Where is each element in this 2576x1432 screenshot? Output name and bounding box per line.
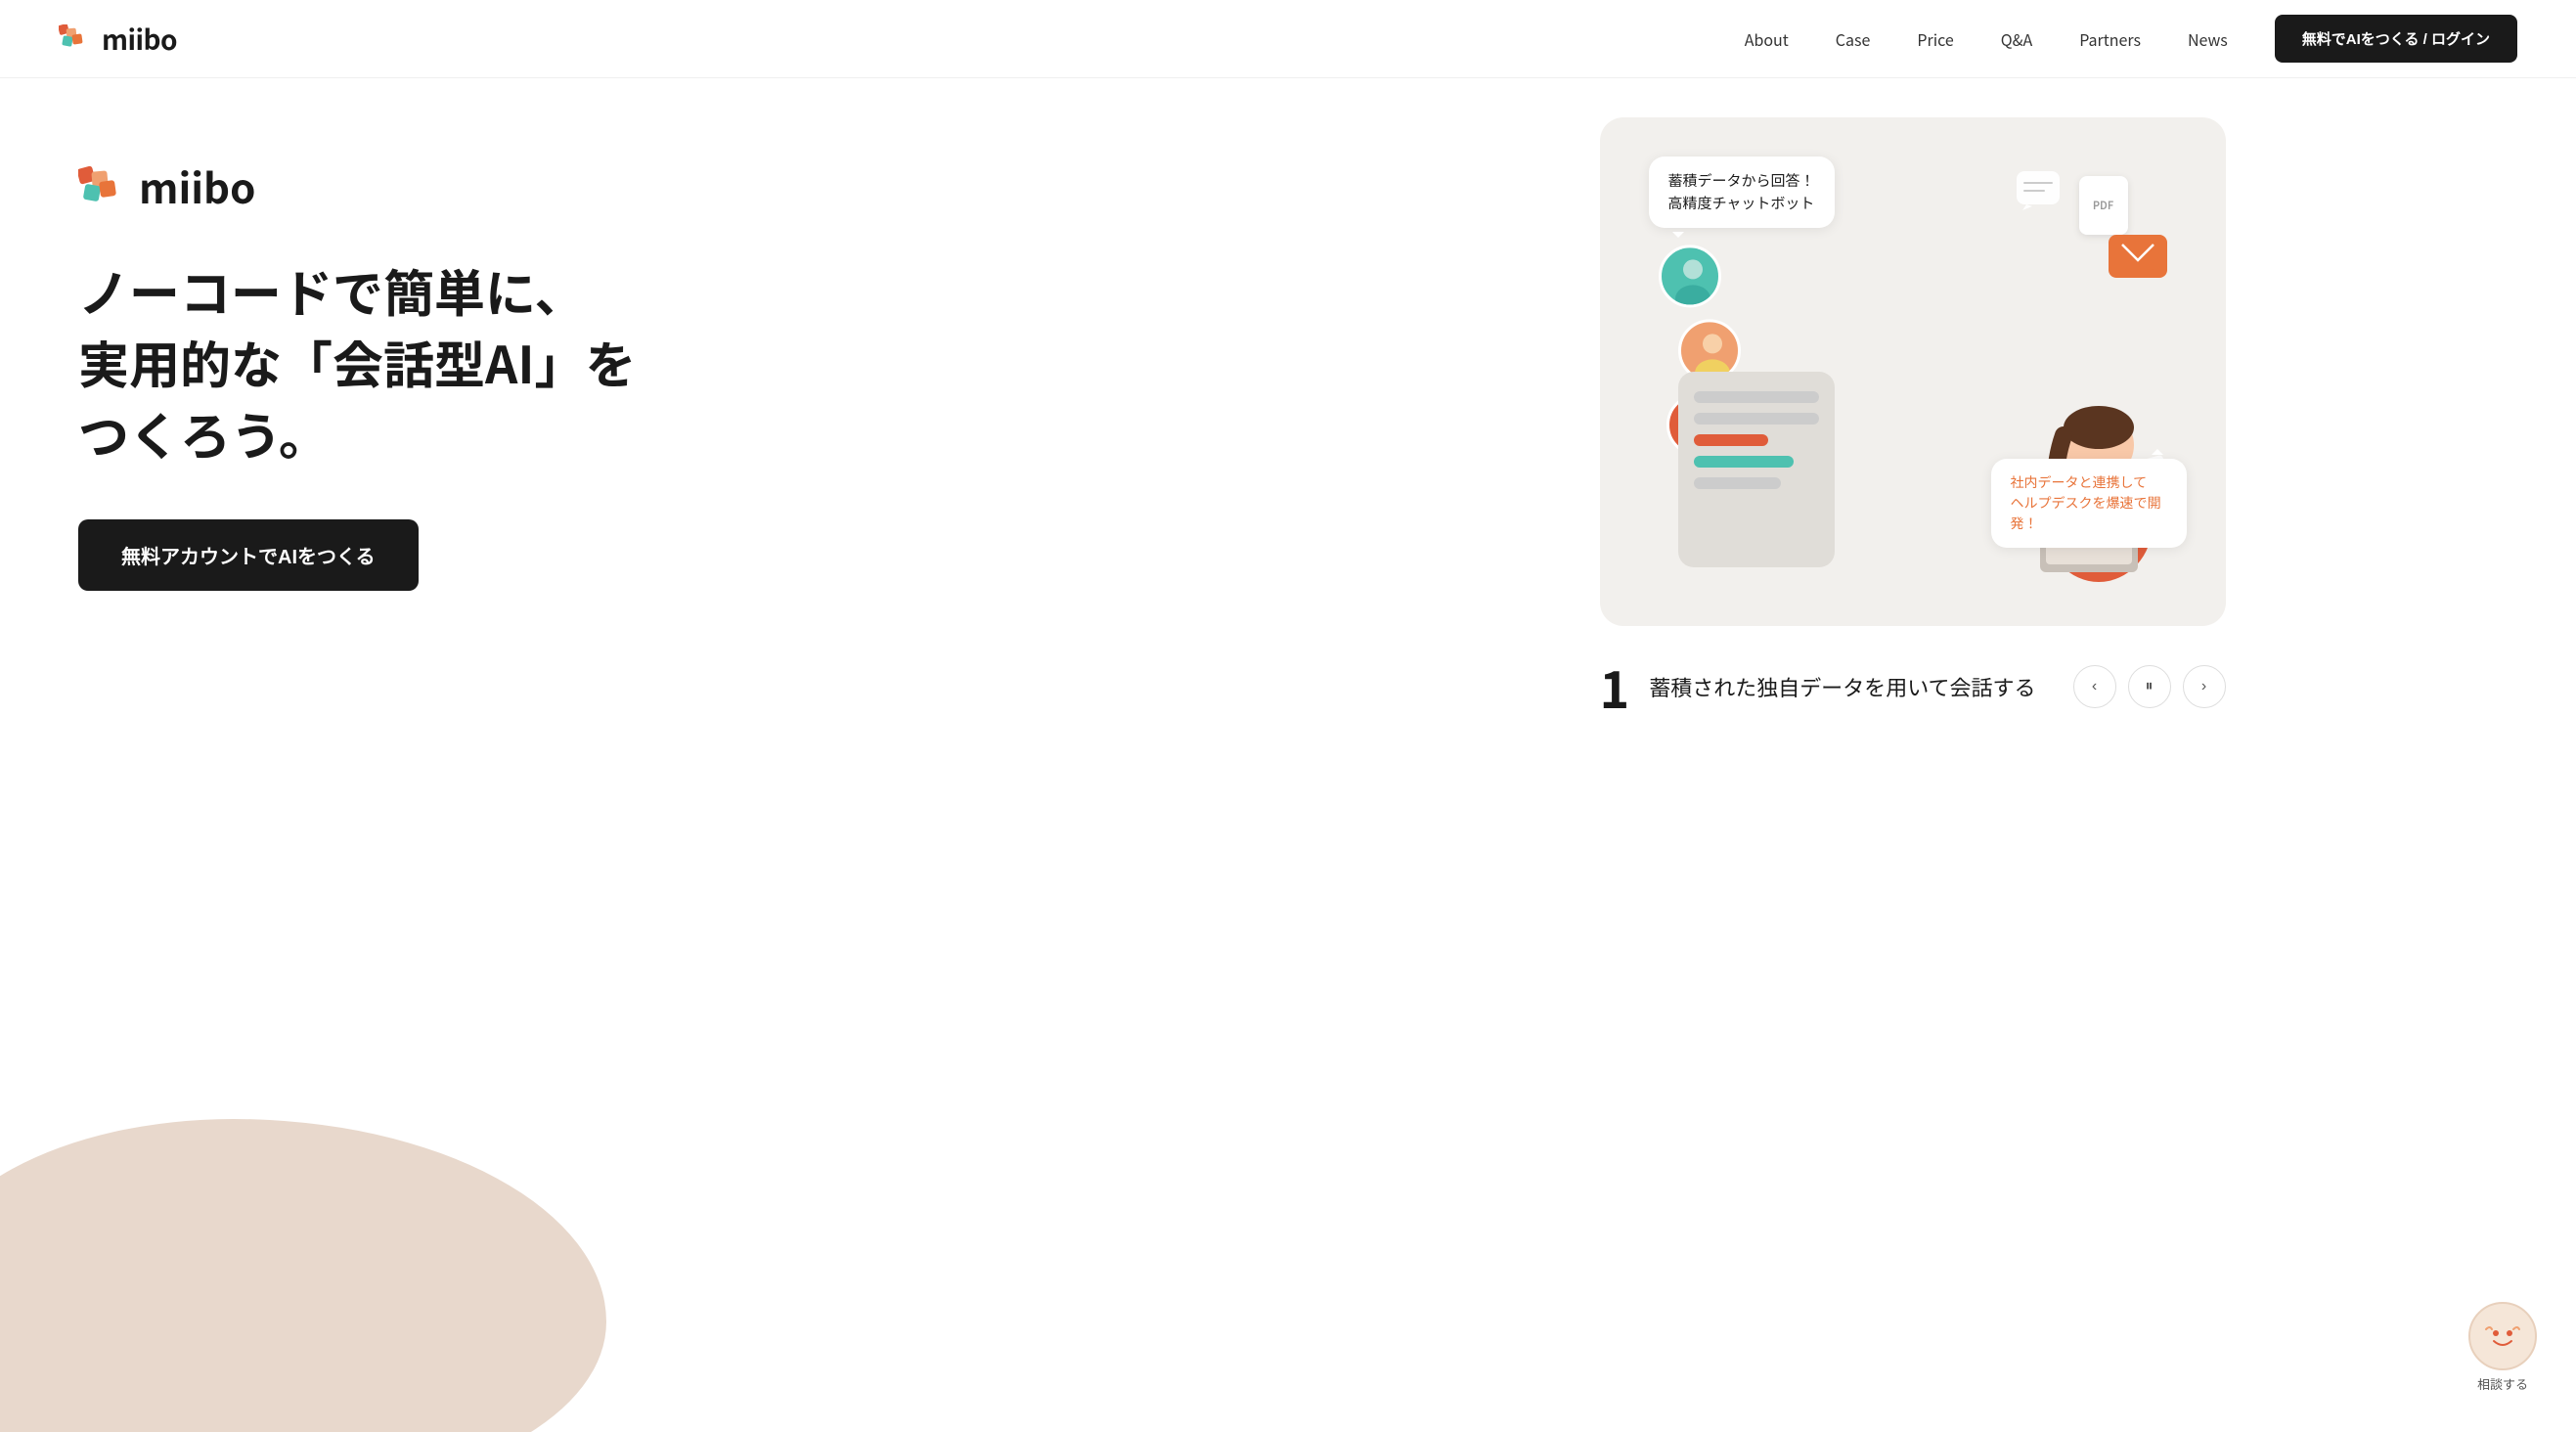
hero-logo: miibo bbox=[78, 157, 1229, 216]
pdf-doc-icon: PDF bbox=[2079, 176, 2128, 235]
avatar-1 bbox=[1659, 245, 1721, 307]
navbar-logo-text: miibo bbox=[102, 20, 177, 59]
envelope-icon bbox=[2109, 235, 2167, 278]
nav-link-partners[interactable]: Partners bbox=[2079, 27, 2141, 51]
hero-cta-button[interactable]: 無料アカウントでAIをつくる bbox=[78, 519, 419, 591]
speech-bubble-bottom: 社内データと連携して ヘルプデスクを爆速で開発！ bbox=[1991, 459, 2187, 548]
slide-controls: ‹ ⏸ › bbox=[2073, 665, 2226, 708]
slide-info: 1 蓄積された独自データを用いて会話する ‹ ⏸ › bbox=[1600, 649, 2226, 723]
illustration-card: 蓄積データから回答！ 高精度チャットボット PDF bbox=[1600, 117, 2226, 626]
nav-cta-button[interactable]: 無料でAIをつくる / ログイン bbox=[2275, 15, 2517, 63]
nav-link-about[interactable]: About bbox=[1745, 27, 1789, 51]
chat-speech-icon bbox=[2017, 171, 2060, 215]
chat-fab[interactable]: 相談する bbox=[2468, 1302, 2537, 1393]
hero-section: miibo ノーコードで簡単に、 実用的な「会話型AI」を つくろう。 無料アカ… bbox=[0, 78, 2576, 1432]
phone-line-3 bbox=[1694, 434, 1769, 446]
nav-link-qa[interactable]: Q&A bbox=[2001, 27, 2032, 51]
phone-line-4 bbox=[1694, 456, 1794, 468]
nav-link-news[interactable]: News bbox=[2188, 27, 2228, 51]
slide-prev-button[interactable]: ‹ bbox=[2073, 665, 2116, 708]
navbar-logo[interactable]: miibo bbox=[59, 20, 177, 59]
bubble-bottom-text: 社内データと連携して ヘルプデスクを爆速で開発！ bbox=[2011, 472, 2161, 533]
hero-headline-line3: つくろう。 bbox=[78, 396, 330, 470]
slide-number: 1 bbox=[1600, 649, 1630, 723]
phone-line-5 bbox=[1694, 477, 1782, 489]
hero-headline-line2: 実用的な「会話型AI」を bbox=[78, 325, 637, 398]
slide-next-button[interactable]: › bbox=[2183, 665, 2226, 708]
navbar: miibo About Case Price Q&A Partners News… bbox=[0, 0, 2576, 78]
chat-fab-label: 相談する bbox=[2477, 1374, 2528, 1393]
hero-logo-text: miibo bbox=[139, 157, 255, 216]
bubble-top-text: 蓄積データから回答！ 高精度チャットボット bbox=[1668, 170, 1815, 213]
slide-pause-button[interactable]: ⏸ bbox=[2128, 665, 2171, 708]
phone-device bbox=[1678, 372, 1835, 567]
navbar-logo-icon bbox=[59, 24, 94, 54]
hero-headline: ノーコードで簡単に、 実用的な「会話型AI」を つくろう。 bbox=[78, 255, 1229, 469]
hero-headline-line1: ノーコードで簡単に、 bbox=[78, 253, 585, 327]
chat-fab-circle bbox=[2468, 1302, 2537, 1370]
pause-icon: ⏸ bbox=[2145, 678, 2153, 695]
hero-logo-icon bbox=[78, 165, 129, 208]
nav-link-price[interactable]: Price bbox=[1917, 27, 1953, 51]
hero-right: 蓄積データから回答！ 高精度チャットボット PDF bbox=[1288, 78, 2576, 762]
slide-title: 蓄積された独自データを用いて会話する bbox=[1649, 671, 2053, 702]
navbar-nav: About Case Price Q&A Partners News 無料でAI… bbox=[1745, 15, 2517, 63]
phone-line-2 bbox=[1694, 413, 1819, 425]
speech-bubble-top: 蓄積データから回答！ 高精度チャットボット bbox=[1649, 157, 1835, 228]
hero-bg-blob bbox=[0, 1119, 606, 1432]
phone-line-1 bbox=[1694, 391, 1819, 403]
hero-left: miibo ノーコードで簡単に、 実用的な「会話型AI」を つくろう。 無料アカ… bbox=[0, 78, 1288, 649]
nav-link-case[interactable]: Case bbox=[1836, 27, 1871, 51]
